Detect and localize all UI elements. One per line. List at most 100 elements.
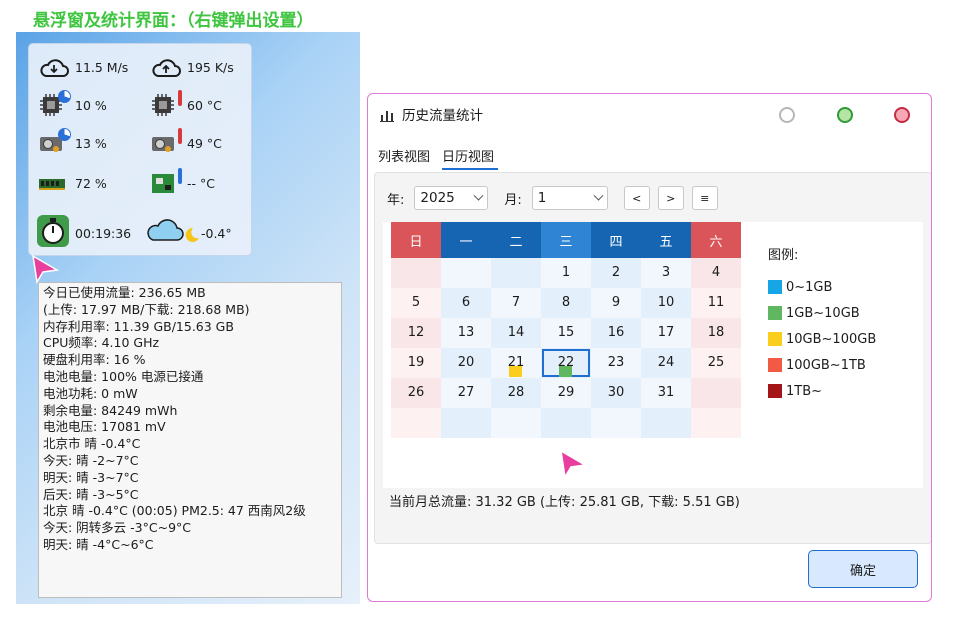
- legend-item: 10GB~100GB: [768, 326, 876, 352]
- calendar-day-24[interactable]: 24: [641, 348, 691, 378]
- calendar-day-23[interactable]: 23: [591, 348, 641, 378]
- day-number: 8: [561, 295, 571, 310]
- minimize-button[interactable]: [779, 107, 795, 123]
- day-number: 10: [657, 295, 675, 310]
- detail-tooltip: 今日已使用流量: 236.65 MB (上传: 17.97 MB/下载: 218…: [38, 282, 342, 598]
- calendar-empty-cell: [391, 408, 441, 438]
- calendar-day-6[interactable]: 6: [441, 288, 491, 318]
- weekday-header: 日一二三四五六: [391, 222, 741, 258]
- view-tabs: 列表视图 日历视图: [378, 146, 506, 170]
- tooltip-line: 北京市 晴 -0.4°C: [43, 436, 141, 452]
- month-select[interactable]: 1: [531, 186, 608, 210]
- calendar-day-11[interactable]: 11: [691, 288, 741, 318]
- calendar-day-15[interactable]: 15: [541, 318, 591, 348]
- calendar-day-29[interactable]: 29: [541, 378, 591, 408]
- cpu-temperature-icon: [147, 90, 183, 120]
- legend: 图例: 0~1GB 1GB~10GB 10GB~100GB 100GB~1TB 1TB~: [768, 244, 876, 404]
- calendar-area: 日一二三四五六 1 2 3 4 5 6 7 8 9 10 11 12 13 14 15 16 17 18 19 20 2…: [383, 222, 923, 488]
- traffic-history-dialog: 历史流量统计 列表视图 日历视图 年: 2025 月: 1 < > ≡ 日一二三: [367, 93, 932, 602]
- calendar-day-7[interactable]: 7: [491, 288, 541, 318]
- month-label: 月:: [504, 192, 522, 208]
- weekday-header-cell: 一: [441, 222, 491, 258]
- network-row: 11.5 M/s 195 K/s: [35, 50, 259, 84]
- tooltip-line: 电池电压: 17081 mV: [43, 419, 166, 435]
- ok-button[interactable]: 确定: [808, 550, 918, 588]
- calendar-empty-cell: [441, 258, 491, 288]
- tab-list-view[interactable]: 列表视图: [378, 146, 434, 170]
- calendar-day-20[interactable]: 20: [441, 348, 491, 378]
- legend-swatch: [768, 384, 782, 398]
- year-select[interactable]: 2025: [414, 186, 489, 210]
- day-number: 9: [611, 295, 621, 310]
- tooltip-line: 硬盘利用率: 16 %: [43, 352, 146, 368]
- gpu-usage-icon: [35, 128, 71, 158]
- day-number: 28: [507, 385, 525, 400]
- cpu-usage-icon: [35, 90, 71, 120]
- tooltip-line: 后天: 晴 -3~5°C: [43, 486, 139, 502]
- maximize-button[interactable]: [837, 107, 853, 123]
- calendar-day-31[interactable]: 31: [641, 378, 691, 408]
- tooltip-line: 北京 晴 -0.4°C (00:05) PM2.5: 47 西南风2级: [43, 503, 306, 519]
- calendar-day-1[interactable]: 1: [541, 258, 591, 288]
- calendar-week-row: 19 20 21 22 23 24 25: [391, 348, 741, 378]
- tab-calendar-view[interactable]: 日历视图: [442, 146, 499, 170]
- calendar-day-2[interactable]: 2: [591, 258, 641, 288]
- calendar-panel: 年: 2025 月: 1 < > ≡ 日一二三四五六 1 2 3 4 5 6 7 8 9 10 11…: [374, 172, 931, 544]
- calendar-week-row: 12 13 14 15 16 17 18: [391, 318, 741, 348]
- calendar-day-14[interactable]: 14: [491, 318, 541, 348]
- previous-month-button[interactable]: <: [623, 186, 650, 210]
- day-number: 20: [457, 355, 475, 370]
- calendar-day-8[interactable]: 8: [541, 288, 591, 318]
- day-number: 24: [657, 355, 675, 370]
- chevron-down-icon: [473, 190, 484, 201]
- uptime: 00:19:36: [75, 225, 132, 241]
- calendar-day-22[interactable]: 22: [541, 348, 591, 378]
- tooltip-line: 明天: 晴 -4°C~6°C: [43, 536, 154, 552]
- menu-button[interactable]: ≡: [691, 186, 718, 210]
- day-number: 12: [407, 325, 425, 340]
- desktop-background: 11.5 M/s 195 K/s 10 % 60 °C 13 % 49 °C 7…: [16, 32, 360, 604]
- calendar-day-17[interactable]: 17: [641, 318, 691, 348]
- title-bar[interactable]: 历史流量统计: [368, 94, 931, 134]
- mouse-cursor-icon: [560, 449, 588, 479]
- cloud-upload-icon: [147, 52, 183, 82]
- calendar-week-row: [391, 408, 741, 438]
- next-month-button[interactable]: >: [657, 186, 684, 210]
- calendar-day-21[interactable]: 21: [491, 348, 541, 378]
- day-number: 6: [461, 295, 471, 310]
- calendar-day-4[interactable]: 4: [691, 258, 741, 288]
- tooltip-line: 今天: 阴转多云 -3°C~9°C: [43, 520, 192, 536]
- weekday-header-cell: 五: [641, 222, 691, 258]
- calendar-day-26[interactable]: 26: [391, 378, 441, 408]
- close-button[interactable]: [894, 107, 910, 123]
- legend-swatch: [768, 280, 782, 294]
- legend-label: 0~1GB: [786, 279, 833, 295]
- legend-item: 1TB~: [768, 378, 876, 404]
- calendar-day-18[interactable]: 18: [691, 318, 741, 348]
- day-number: 16: [607, 325, 625, 340]
- calendar-day-25[interactable]: 25: [691, 348, 741, 378]
- legend-item: 1GB~10GB: [768, 300, 876, 326]
- net-download-speed: 11.5 M/s: [75, 59, 129, 75]
- legend-item: 100GB~1TB: [768, 352, 876, 378]
- calendar-day-3[interactable]: 3: [641, 258, 691, 288]
- calendar-day-28[interactable]: 28: [491, 378, 541, 408]
- calendar-day-19[interactable]: 19: [391, 348, 441, 378]
- calendar-day-16[interactable]: 16: [591, 318, 641, 348]
- day-number: 7: [511, 295, 521, 310]
- year-label: 年:: [387, 192, 405, 208]
- traffic-level-marker: [559, 366, 572, 377]
- floating-monitor-window[interactable]: 11.5 M/s 195 K/s 10 % 60 °C 13 % 49 °C 7…: [28, 43, 252, 256]
- legend-label: 10GB~100GB: [786, 331, 877, 347]
- calendar-day-13[interactable]: 13: [441, 318, 491, 348]
- motherboard-temperature-icon: [147, 168, 183, 198]
- calendar-day-5[interactable]: 5: [391, 288, 441, 318]
- calendar-day-12[interactable]: 12: [391, 318, 441, 348]
- bar-chart-icon: [380, 107, 394, 122]
- calendar-day-9[interactable]: 9: [591, 288, 641, 318]
- calendar-day-10[interactable]: 10: [641, 288, 691, 318]
- calendar-day-27[interactable]: 27: [441, 378, 491, 408]
- calendar-day-30[interactable]: 30: [591, 378, 641, 408]
- gpu-temperature-icon: [147, 128, 183, 158]
- legend-item: 0~1GB: [768, 274, 876, 300]
